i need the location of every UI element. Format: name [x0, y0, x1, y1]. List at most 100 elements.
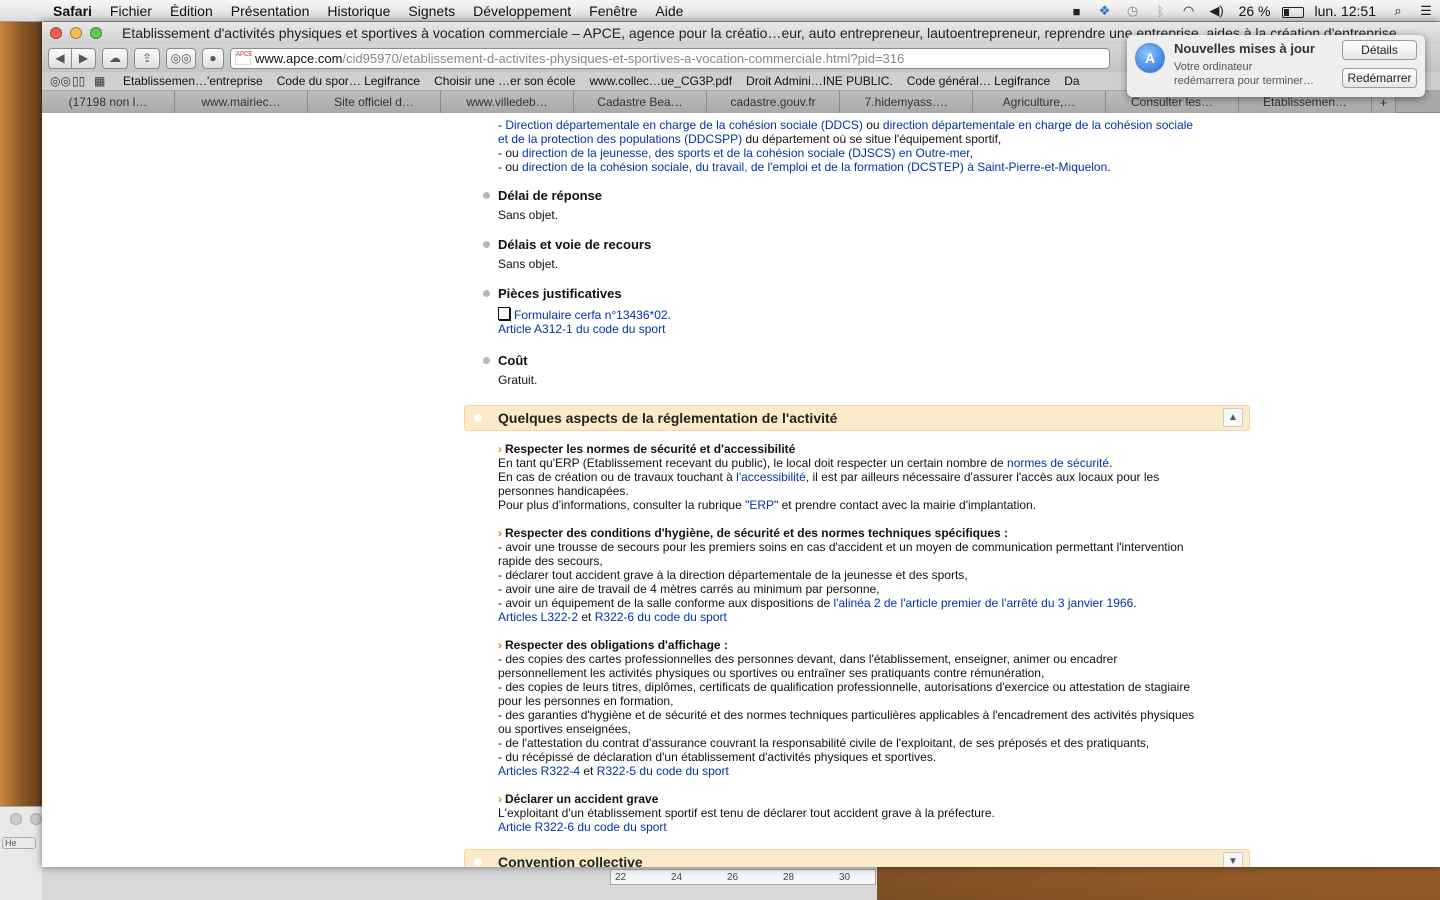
battery-percentage[interactable]: 26 %: [1231, 3, 1279, 19]
section-title: Quelques aspects de la réglementation de…: [498, 410, 838, 426]
bluetooth-icon[interactable]: ᛒ: [1147, 4, 1175, 19]
pieces-title: Pièces justificatives: [498, 286, 622, 301]
reading-list-icon[interactable]: ◎◎: [166, 47, 196, 69]
background-window-bottom: 22 24 26 28 30: [42, 866, 877, 900]
link-r322-5[interactable]: R322-5 du code du sport: [597, 764, 729, 778]
bookmark-item[interactable]: Code général… Legifrance: [900, 74, 1057, 88]
link-ddcspp-1[interactable]: direction départementale en charge de la…: [883, 118, 1193, 132]
bookmarks-book-icon[interactable]: ▯▯: [72, 74, 94, 88]
battery-icon[interactable]: [1279, 4, 1307, 19]
tab[interactable]: Cadastre Bea…: [574, 91, 707, 113]
section-header-convention[interactable]: Convention collective ▼: [464, 849, 1250, 867]
bookmark-item[interactable]: Droit Admini…INE PUBLIC.: [739, 74, 900, 88]
link-r322-6[interactable]: R322-6 du code du sport: [595, 610, 727, 624]
background-window-left[interactable]: He: [0, 806, 42, 900]
link-normes-securite[interactable]: normes de sécurité: [1007, 456, 1109, 470]
expand-down-icon[interactable]: ▼: [1223, 852, 1243, 867]
tab[interactable]: cadastre.gouv.fr: [707, 91, 840, 113]
menu-developpement[interactable]: Développement: [464, 3, 580, 19]
tab[interactable]: Site officiel d…: [308, 91, 441, 113]
bullet-icon: [483, 241, 490, 248]
menu-edition[interactable]: Édition: [161, 3, 222, 19]
tab[interactable]: www.mairiec…: [175, 91, 308, 113]
menu-historique[interactable]: Historique: [318, 3, 399, 19]
bookmark-item[interactable]: Da: [1057, 74, 1086, 88]
link-articles-r322-4[interactable]: Articles R322-4: [498, 764, 580, 778]
text: ,: [969, 146, 973, 160]
icloud-tabs-icon[interactable]: ☁: [102, 47, 128, 69]
time-machine-icon[interactable]: ◷: [1119, 3, 1147, 19]
text: L'exploitant d'un établissement sportif …: [498, 806, 995, 820]
collapse-up-icon[interactable]: ▲: [1223, 408, 1243, 427]
bg-help-field[interactable]: He: [2, 837, 36, 849]
volume-icon[interactable]: ◀): [1203, 3, 1231, 19]
notification-center-icon[interactable]: ☰: [1412, 3, 1440, 19]
adblock-icon[interactable]: ●: [202, 47, 224, 69]
dropbox-icon[interactable]: ❖: [1091, 3, 1119, 19]
bg-close-button[interactable]: [10, 813, 22, 825]
menu-aide[interactable]: Aide: [646, 3, 692, 19]
link-ddcs[interactable]: Direction départementale en charge de la…: [505, 118, 863, 132]
tab[interactable]: www.villedeb…: [441, 91, 574, 113]
spotlight-icon[interactable]: ⌕: [1384, 3, 1412, 19]
tab[interactable]: 7.hidemyass….: [840, 91, 973, 113]
reading-list-bookmarks-icon[interactable]: ◎◎: [50, 74, 72, 88]
software-update-notification[interactable]: A Nouvelles mises à jour Votre ordinateu…: [1127, 35, 1425, 97]
link-article-r322-6[interactable]: Article R322-6 du code du sport: [498, 820, 667, 834]
subsection-title: › Respecter des conditions d'hygiène, de …: [498, 526, 1008, 540]
text: et: [580, 764, 597, 778]
menu-fenetre[interactable]: Fenêtre: [580, 3, 646, 19]
wifi-icon[interactable]: ◠: [1175, 3, 1203, 19]
bookmark-item[interactable]: Code du spor… Legifrance: [270, 74, 427, 88]
tab[interactable]: (17198 non l…: [42, 91, 175, 113]
bg-minimize-button[interactable]: [30, 813, 42, 825]
bullet-icon: [483, 357, 490, 364]
clock[interactable]: lun. 12:51: [1307, 3, 1385, 19]
text: - déclarer tout accident grave à la dire…: [498, 568, 968, 582]
text: .: [1133, 596, 1137, 610]
bullet-icon: [483, 192, 490, 199]
link-accessibilite[interactable]: l'accessibilité: [736, 470, 806, 484]
bookmark-item[interactable]: Etablissemen…'entreprise: [116, 74, 270, 88]
section-header-reglementation[interactable]: Quelques aspects de la réglementation de…: [464, 405, 1250, 431]
text: pour les personnes en formation,: [498, 694, 674, 708]
bookmark-item[interactable]: www.collec…ue_CG3P.pdf: [583, 74, 740, 88]
text: - avoir une aire de travail de 4 mètres …: [498, 582, 880, 596]
menu-fichier[interactable]: Fichier: [101, 3, 161, 19]
link-cerfa[interactable]: Formulaire cerfa n°13436*02.: [514, 308, 671, 322]
bookmark-item[interactable]: Choisir une …er son école: [427, 74, 582, 88]
recours-value: Sans objet.: [498, 257, 559, 271]
ruler[interactable]: 22 24 26 28 30: [610, 869, 876, 885]
subsection-title: › Respecter les normes de sécurité et d'a…: [498, 442, 796, 456]
link-arrete-1966[interactable]: l'alinéa 2 de l'article premier de l'arr…: [834, 596, 1134, 610]
zoom-button[interactable]: [90, 27, 102, 39]
text: - des copies de leurs titres, diplômes, …: [498, 680, 1190, 694]
top-sites-icon[interactable]: ▦: [94, 74, 116, 88]
link-djscs[interactable]: direction de la jeunesse, des sports et …: [522, 146, 970, 160]
minimize-button[interactable]: [70, 27, 82, 39]
restart-button[interactable]: Redémarrer: [1342, 68, 1417, 88]
notification-title: Nouvelles mises à jour: [1174, 41, 1315, 56]
section-title: Convention collective: [498, 854, 643, 867]
menu-app[interactable]: Safari: [44, 3, 101, 19]
url-host: www.apce.com: [255, 50, 343, 66]
delai-reponse: Délai de réponse Sans objet.: [483, 188, 602, 222]
menu-signets[interactable]: Signets: [399, 3, 464, 19]
link-dcstep[interactable]: direction de la cohésion sociale, du tra…: [522, 160, 1107, 174]
forward-button[interactable]: ▶: [72, 47, 96, 69]
menu-presentation[interactable]: Présentation: [222, 3, 319, 19]
details-button[interactable]: Détails: [1342, 40, 1417, 60]
address-bar[interactable]: APCE www.apce.com /cid95970/etablissemen…: [230, 47, 1110, 69]
tab[interactable]: Agriculture,…: [973, 91, 1106, 113]
close-button[interactable]: [50, 27, 62, 39]
link-article-a312-1[interactable]: Article A312-1 du code du sport: [498, 322, 665, 336]
link-articles-l322-2[interactable]: Articles L322-2: [498, 610, 578, 624]
bullet-icon: [483, 290, 490, 297]
arrow-right-icon: ›: [498, 526, 502, 540]
link-erp[interactable]: ERP: [749, 498, 774, 512]
evernote-icon[interactable]: ■: [1063, 4, 1091, 19]
back-button[interactable]: ◀: [48, 47, 72, 69]
share-icon[interactable]: ⇪: [134, 47, 160, 69]
ruler-tick: 26: [727, 872, 739, 883]
link-ddcspp-2[interactable]: et de la protection des populations (DDC…: [498, 132, 742, 146]
